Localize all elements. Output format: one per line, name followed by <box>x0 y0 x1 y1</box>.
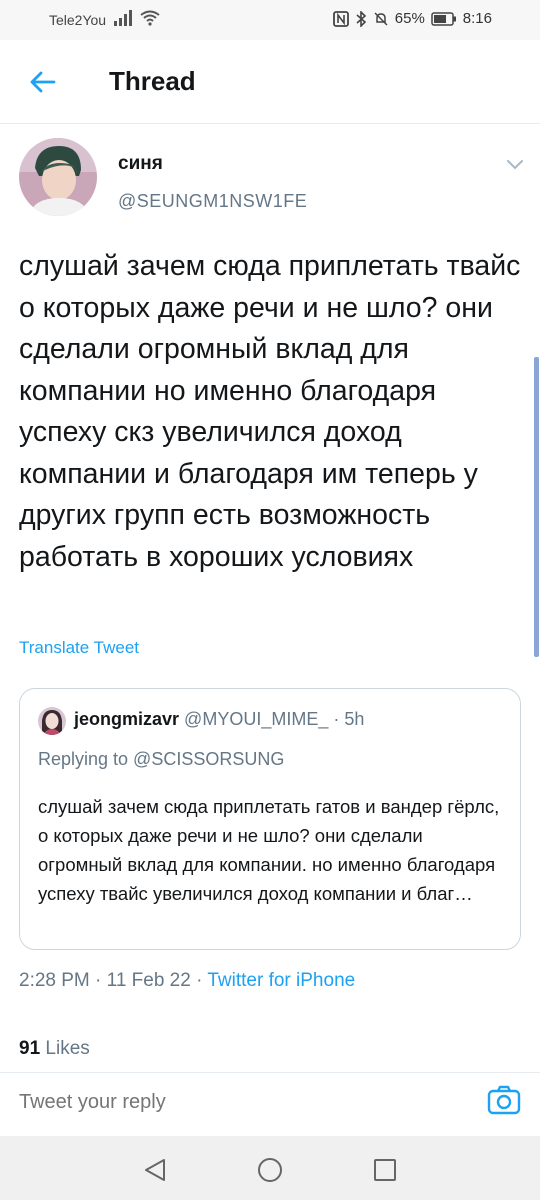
likes-number: 91 <box>19 1038 41 1059</box>
author-name[interactable]: синя <box>118 153 163 175</box>
likes-label: Likes <box>45 1038 90 1059</box>
back-button[interactable] <box>24 64 60 100</box>
meta-separator: · <box>95 970 107 991</box>
quoted-text: слушай зачем сюда приплетать гатов и ван… <box>38 796 500 904</box>
home-circle-icon[interactable] <box>256 1156 284 1184</box>
bluetooth-icon <box>356 10 366 27</box>
header: Thread <box>0 40 540 124</box>
camera-icon[interactable] <box>487 1083 521 1117</box>
system-nav-bar <box>0 1136 540 1200</box>
back-triangle-icon[interactable] <box>142 1156 170 1184</box>
tweet-text: слушай зачем сюда приплетать твайс о кот… <box>19 250 521 573</box>
quoted-author-handle: @MYOUI_MIME_ <box>184 709 329 729</box>
scrollbar[interactable] <box>534 357 539 657</box>
replying-to: Replying to @SCISSORSUNG <box>38 749 285 769</box>
clock: 8:16 <box>462 10 492 27</box>
quoted-author-name: jeongmizavr <box>74 709 180 729</box>
meta-separator: · <box>196 970 208 991</box>
author-handle[interactable]: @SEUNGM1NSW1FE <box>118 191 307 212</box>
likes-count[interactable]: 91 Likes <box>19 1038 90 1060</box>
status-bar: Tele2You 65% 8:16 <box>0 0 540 40</box>
carrier-label: Tele2You <box>49 12 107 28</box>
page-title: Thread <box>109 66 196 96</box>
wifi-icon <box>140 10 160 26</box>
quoted-avatar <box>38 707 66 735</box>
arrow-left-icon[interactable] <box>28 70 56 94</box>
quoted-separator: · <box>333 709 345 729</box>
tweet-meta: 2:28 PM · 11 Feb 22 · Twitter for iPhone <box>19 970 355 992</box>
battery-icon <box>431 11 456 26</box>
reply-input[interactable] <box>19 1091 419 1114</box>
translate-tweet-link[interactable]: Translate Tweet <box>19 638 139 658</box>
nfc-icon <box>332 10 349 27</box>
mute-bell-icon <box>374 11 388 26</box>
avatar[interactable] <box>19 138 97 216</box>
signal-icon <box>114 10 132 26</box>
tweet-time: 2:28 PM <box>19 970 90 991</box>
recents-square-icon[interactable] <box>371 1156 399 1184</box>
reply-bar <box>0 1072 540 1136</box>
tweet-source-link[interactable]: Twitter for iPhone <box>207 970 355 991</box>
chevron-down-icon[interactable] <box>503 155 527 175</box>
quoted-age: 5h <box>344 709 365 729</box>
quoted-tweet[interactable]: jeongmizavr @MYOUI_MIME_ · 5h Replying t… <box>19 688 521 950</box>
battery-percent: 65% <box>394 10 425 27</box>
tweet-date: 11 Feb 22 <box>106 970 191 991</box>
